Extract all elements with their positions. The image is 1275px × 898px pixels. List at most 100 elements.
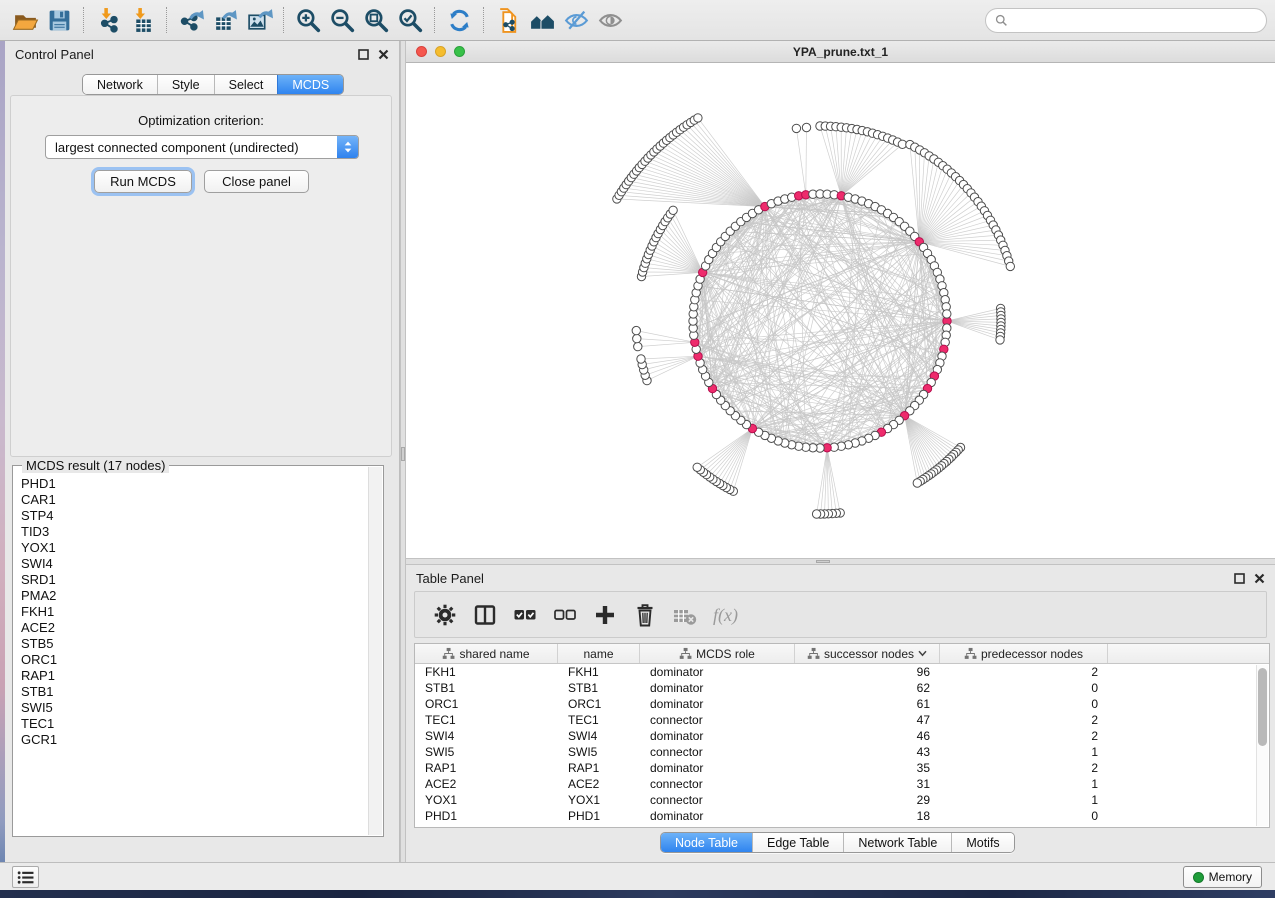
table-row[interactable]: PHD1PHD1dominator180 [415,808,1269,824]
network-node[interactable] [996,336,1004,344]
show-graphics-details-icon[interactable] [593,4,627,36]
table-row[interactable]: ACE2ACE2connector311 [415,776,1269,792]
result-node[interactable]: STP4 [21,508,368,524]
zoom-in-icon[interactable] [291,4,325,36]
column-header-shared-name[interactable]: shared name [415,644,558,663]
table-toolbar: f(x) [414,591,1267,638]
table-cell: ORC1 [415,696,558,712]
zoom-fit-content-icon[interactable] [359,4,393,36]
result-scrollbar[interactable] [368,467,382,835]
open-session-icon[interactable] [8,4,42,36]
column-header-predecessor-nodes[interactable]: predecessor nodes [940,644,1108,663]
node-table-body: FKH1FKH1dominator962STB1STB1dominator620… [415,664,1269,824]
network-node[interactable] [694,114,702,122]
mcds-result-list[interactable]: PHD1CAR1STP4TID3YOX1SWI4SRD1PMA2FKH1ACE2… [14,472,368,835]
network-node[interactable] [634,342,642,350]
result-node[interactable]: PMA2 [21,588,368,604]
table-scrollbar[interactable] [1256,665,1268,826]
result-node[interactable]: YOX1 [21,540,368,556]
export-network-icon[interactable] [174,4,208,36]
apply-preferred-layout-icon[interactable] [442,4,476,36]
horizontal-splitter[interactable] [406,558,1275,565]
float-table-panel-icon[interactable] [1234,573,1245,584]
tab-network-table[interactable]: Network Table [843,833,951,852]
result-node[interactable]: STB5 [21,636,368,652]
new-network-from-selection-icon[interactable] [491,4,525,36]
memory-button[interactable]: Memory [1183,866,1262,888]
network-node[interactable] [632,326,640,334]
add-icon[interactable] [589,598,621,632]
tab-node-table[interactable]: Node Table [661,833,752,852]
table-cell: TEC1 [415,712,558,728]
table-panel: Table Panel f(x) shared namenameMCDS rol… [406,565,1275,862]
optimization-criterion-label: Optimization criterion: [11,113,391,128]
table-row[interactable]: YOX1YOX1connector291 [415,792,1269,808]
network-view-canvas[interactable] [406,63,1275,558]
gear-icon[interactable] [429,598,461,632]
result-node[interactable]: RAP1 [21,668,368,684]
table-row[interactable]: RAP1RAP1dominator352 [415,760,1269,776]
result-node[interactable]: TEC1 [21,716,368,732]
close-panel-button[interactable]: Close panel [204,170,309,193]
tab-style[interactable]: Style [157,75,214,94]
tab-select[interactable]: Select [214,75,278,94]
network-node[interactable] [1006,262,1014,270]
result-node[interactable]: PHD1 [21,476,368,492]
tab-network[interactable]: Network [83,75,157,94]
result-node[interactable]: ORC1 [21,652,368,668]
close-table-panel-icon[interactable] [1254,573,1265,584]
table-row[interactable]: SWI5SWI5connector431 [415,744,1269,760]
result-node[interactable]: ACE2 [21,620,368,636]
optimization-criterion-dropdown[interactable]: largest connected component (undirected) [45,135,359,159]
network-node[interactable] [812,510,820,518]
result-node[interactable]: SRD1 [21,572,368,588]
export-table-icon[interactable] [208,4,242,36]
table-row[interactable]: ORC1ORC1dominator610 [415,696,1269,712]
table-row[interactable]: FKH1FKH1dominator962 [415,664,1269,680]
first-neighbors-icon[interactable] [525,4,559,36]
table-scrollbar-thumb[interactable] [1258,668,1267,746]
delete-icon[interactable] [629,598,661,632]
columns-icon[interactable] [469,598,501,632]
network-node[interactable] [693,463,701,471]
export-image-icon[interactable] [242,4,276,36]
hide-selected-icon[interactable] [559,4,593,36]
table-cell: SWI5 [415,744,558,760]
result-node[interactable]: STB1 [21,684,368,700]
result-node[interactable]: SWI5 [21,700,368,716]
close-panel-icon[interactable] [378,49,389,60]
column-header-MCDS-role[interactable]: MCDS role [640,644,795,663]
table-row[interactable]: STB1STB1dominator620 [415,680,1269,696]
result-node[interactable]: CAR1 [21,492,368,508]
column-header-successor-nodes[interactable]: successor nodes [795,644,940,663]
select-all-icon[interactable] [509,598,541,632]
network-node[interactable] [943,310,951,318]
column-header-name[interactable]: name [558,644,640,663]
network-node[interactable] [802,123,810,131]
network-node[interactable] [913,479,921,487]
table-row[interactable]: TEC1TEC1connector472 [415,712,1269,728]
result-node[interactable]: TID3 [21,524,368,540]
import-network-from-file-icon[interactable] [91,4,125,36]
zoom-selected-region-icon[interactable] [393,4,427,36]
float-panel-icon[interactable] [358,49,369,60]
tab-mcds[interactable]: MCDS [277,75,343,94]
network-node[interactable] [637,355,645,363]
network-node[interactable] [669,206,677,214]
result-node[interactable]: SWI4 [21,556,368,572]
run-mcds-button[interactable]: Run MCDS [94,170,192,193]
import-table-from-file-icon[interactable] [125,4,159,36]
tab-edge-table[interactable]: Edge Table [752,833,843,852]
zoom-out-icon[interactable] [325,4,359,36]
deselect-all-icon[interactable] [549,598,581,632]
task-history-button[interactable] [12,866,39,888]
network-node[interactable] [633,334,641,342]
save-session-icon[interactable] [42,4,76,36]
network-node[interactable] [792,124,800,132]
search-input[interactable] [1013,13,1257,28]
table-row[interactable]: SWI4SWI4dominator462 [415,728,1269,744]
tab-motifs[interactable]: Motifs [951,833,1013,852]
result-node[interactable]: GCR1 [21,732,368,748]
result-node[interactable]: FKH1 [21,604,368,620]
search-box[interactable] [985,8,1267,33]
